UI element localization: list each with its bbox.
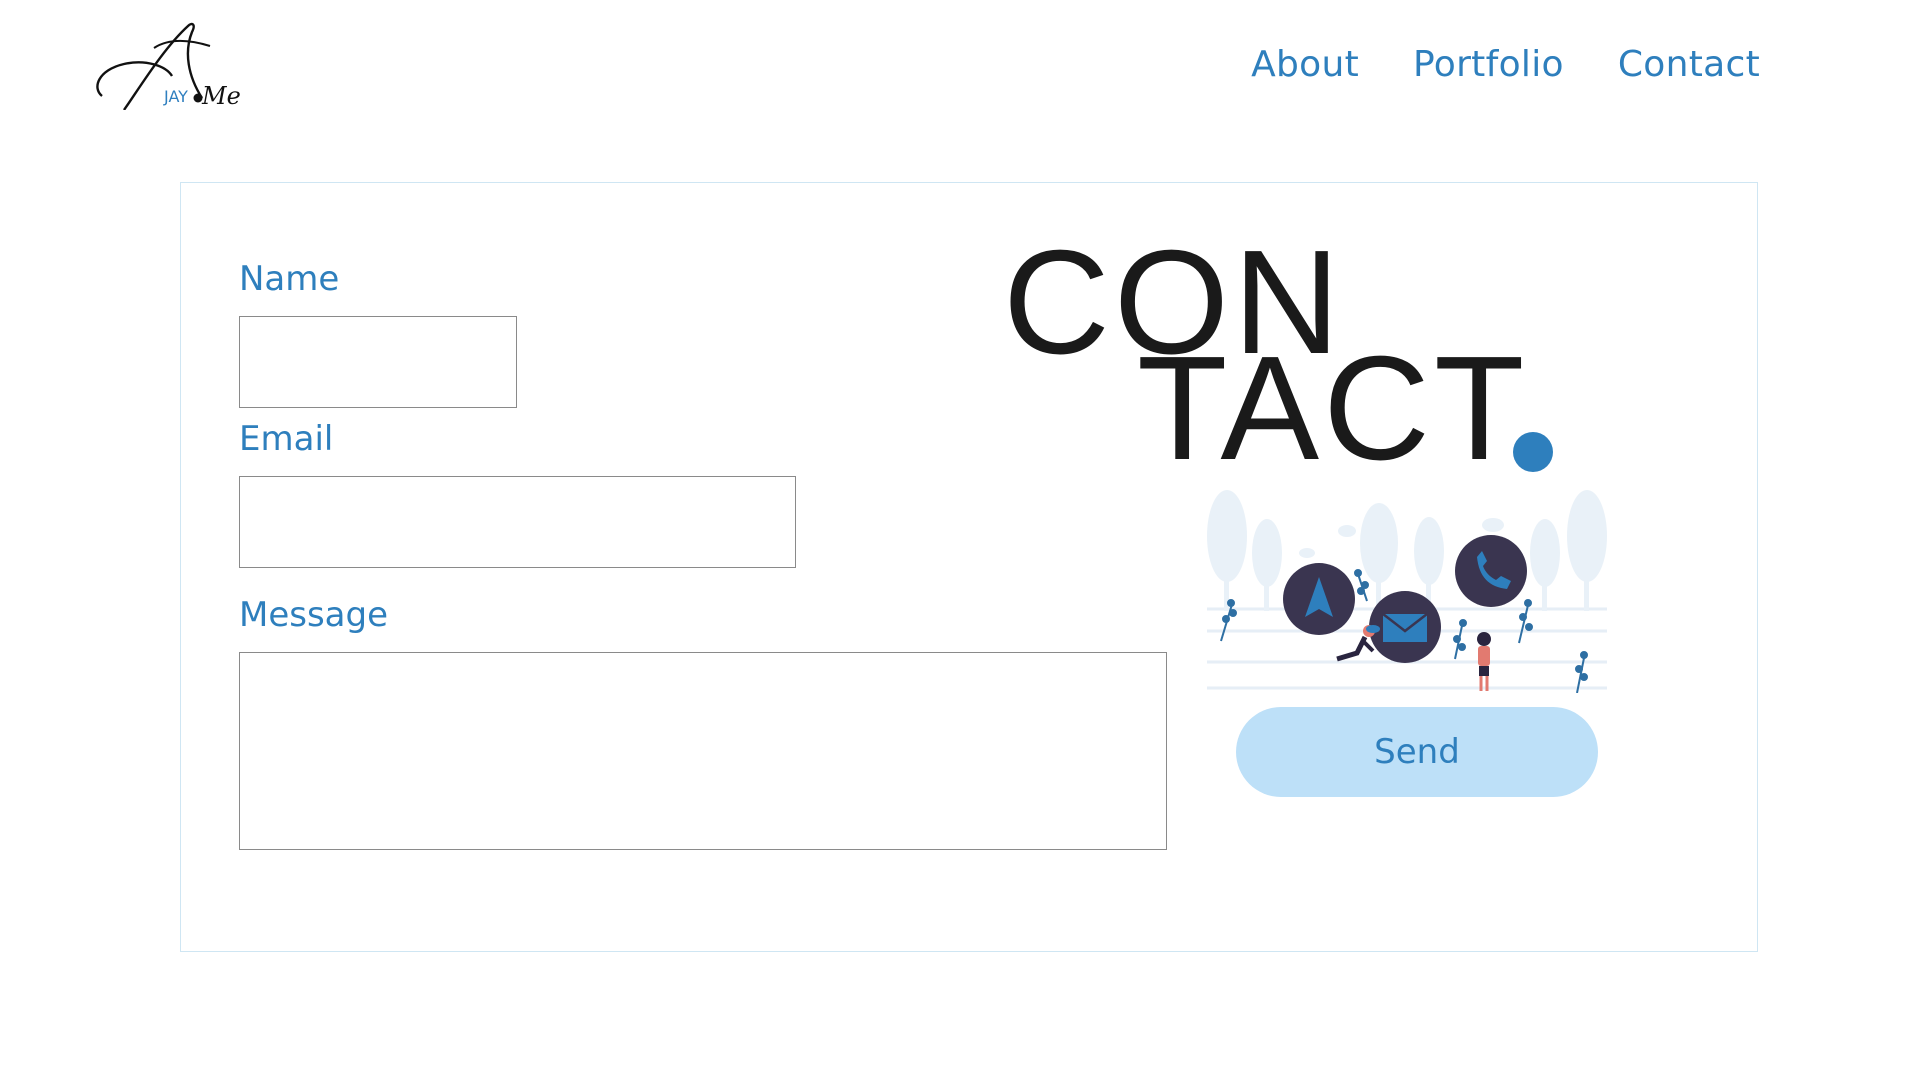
nav-contact-link[interactable]: Contact	[1618, 44, 1760, 85]
title-accent-dot	[1513, 432, 1553, 472]
navigation-arrow-icon	[1283, 563, 1355, 635]
logo-suffix-text: Me	[201, 82, 241, 110]
contact-page: JAY Me About Portfolio Contact Name Emai…	[0, 0, 1920, 1080]
main-nav: About Portfolio Contact	[1251, 44, 1760, 85]
contact-card: Name Email Message CON TACT Send	[180, 182, 1758, 952]
contact-title-line2: TACT	[1137, 326, 1529, 491]
logo-small-text: JAY	[163, 87, 188, 106]
nav-about-link[interactable]: About	[1251, 44, 1359, 85]
message-textarea[interactable]	[239, 652, 1167, 850]
nav-portfolio-link[interactable]: Portfolio	[1413, 44, 1564, 85]
name-label: Name	[239, 259, 340, 299]
name-input[interactable]	[239, 316, 517, 408]
send-button[interactable]: Send	[1236, 707, 1598, 797]
email-label: Email	[239, 419, 334, 459]
logo-mark-icon: JAY Me	[96, 22, 241, 110]
envelope-icon	[1369, 591, 1441, 663]
site-logo[interactable]: JAY Me	[84, 18, 244, 110]
email-input[interactable]	[239, 476, 796, 568]
message-label: Message	[239, 595, 389, 635]
phone-icon	[1455, 535, 1527, 607]
contact-illustration	[1207, 481, 1607, 693]
